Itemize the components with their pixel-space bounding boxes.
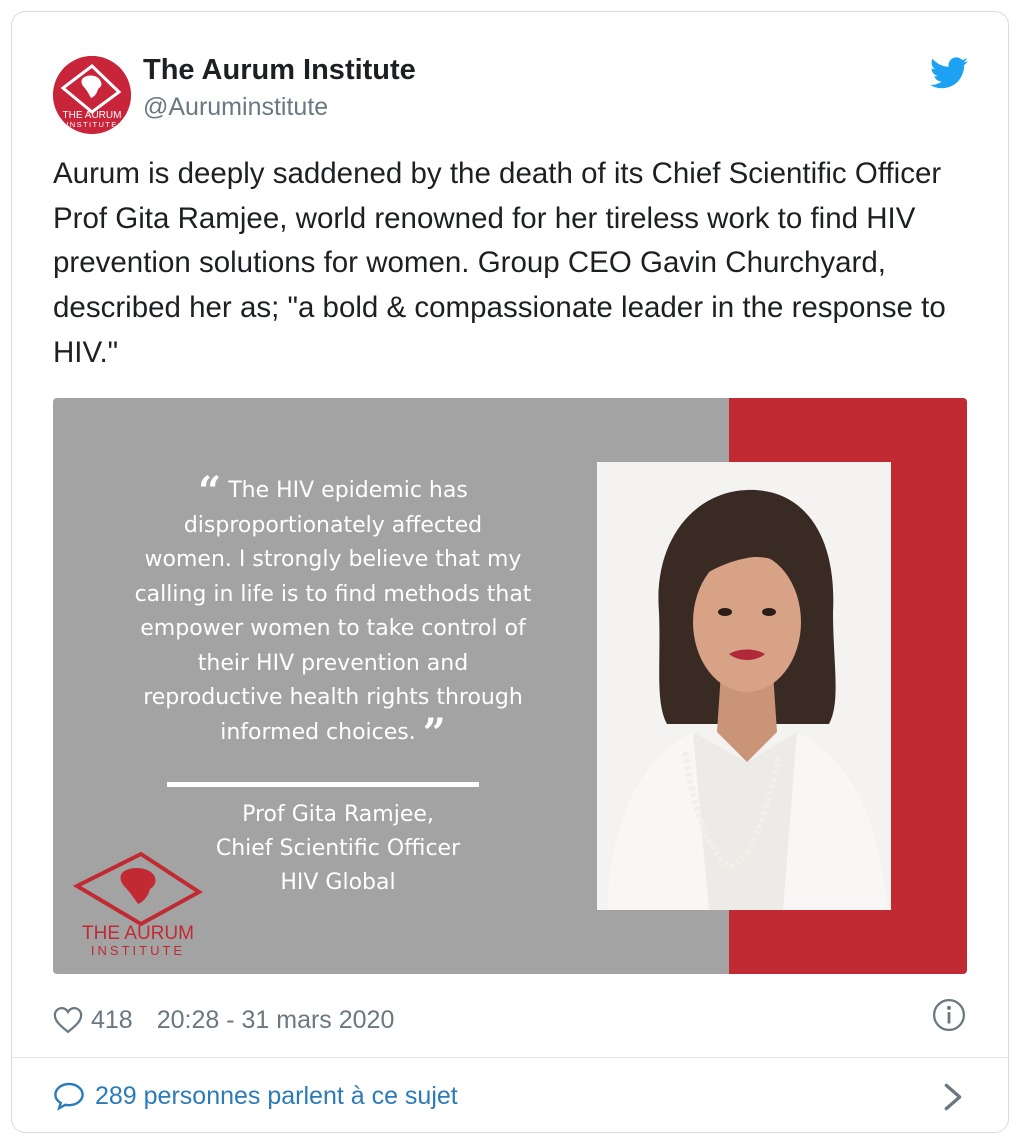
quote-text: “ The HIV epidemic has disproportionatel… — [73, 472, 593, 754]
quote-line: their HIV prevention and — [197, 650, 469, 676]
media-logo-text: THE AURUM INSTITUTE — [73, 924, 203, 958]
twitter-bird-icon[interactable] — [930, 57, 968, 89]
media-logo-line2: INSTITUTE — [90, 943, 186, 958]
speech-bubble-icon — [54, 1082, 84, 1111]
open-quote-icon: “ — [198, 468, 222, 515]
author-name[interactable]: The Aurum Institute — [143, 54, 416, 87]
quote-line: disproportionately affected — [183, 512, 483, 538]
quote-line: calling in life is to find methods that — [134, 581, 532, 607]
chevron-right-icon[interactable] — [942, 1082, 964, 1112]
tweet-timestamp[interactable]: 20:28 - 31 mars 2020 — [157, 1006, 395, 1035]
card-divider — [12, 1057, 1008, 1058]
conversation-link[interactable]: 289 personnes parlent à ce sujet — [53, 1076, 458, 1116]
tweet-card[interactable]: THE AURUM INSTITUTE The Aurum Institute … — [11, 11, 1009, 1133]
aurum-logo-icon: THE AURUM INSTITUTE — [53, 56, 131, 134]
tweet-media[interactable]: “ The HIV epidemic has disproportionatel… — [53, 398, 967, 974]
author-handle[interactable]: @Auruminstitute — [143, 93, 328, 122]
quote-line: women. I strongly believe that my — [144, 547, 522, 572]
quote-line: reproductive health rights through — [143, 685, 523, 710]
close-quote-icon: ” — [422, 709, 446, 757]
quote-line: The HIV epidemic has — [228, 478, 468, 503]
like-count[interactable]: 418 — [91, 1006, 133, 1035]
conversation-label[interactable]: 289 personnes parlent à ce sujet — [95, 1082, 458, 1111]
author-avatar[interactable]: THE AURUM INSTITUTE — [53, 56, 131, 134]
media-logo-line1: THE AURUM — [82, 923, 194, 944]
portrait-photo — [597, 462, 891, 910]
info-icon[interactable] — [932, 998, 966, 1032]
attribution-line: Prof Gita Ramjee, — [242, 802, 434, 827]
heart-icon[interactable] — [53, 1006, 83, 1034]
quote-divider — [167, 782, 479, 787]
quote-line: empower women to take control of — [140, 616, 526, 641]
tweet-text: Aurum is deeply saddened by the death of… — [53, 157, 946, 369]
quote-line: informed choices. — [220, 719, 416, 745]
avatar-logo-line2: INSTITUTE — [66, 120, 117, 129]
tweet-meta: 418 20:28 - 31 mars 2020 — [53, 1000, 394, 1040]
